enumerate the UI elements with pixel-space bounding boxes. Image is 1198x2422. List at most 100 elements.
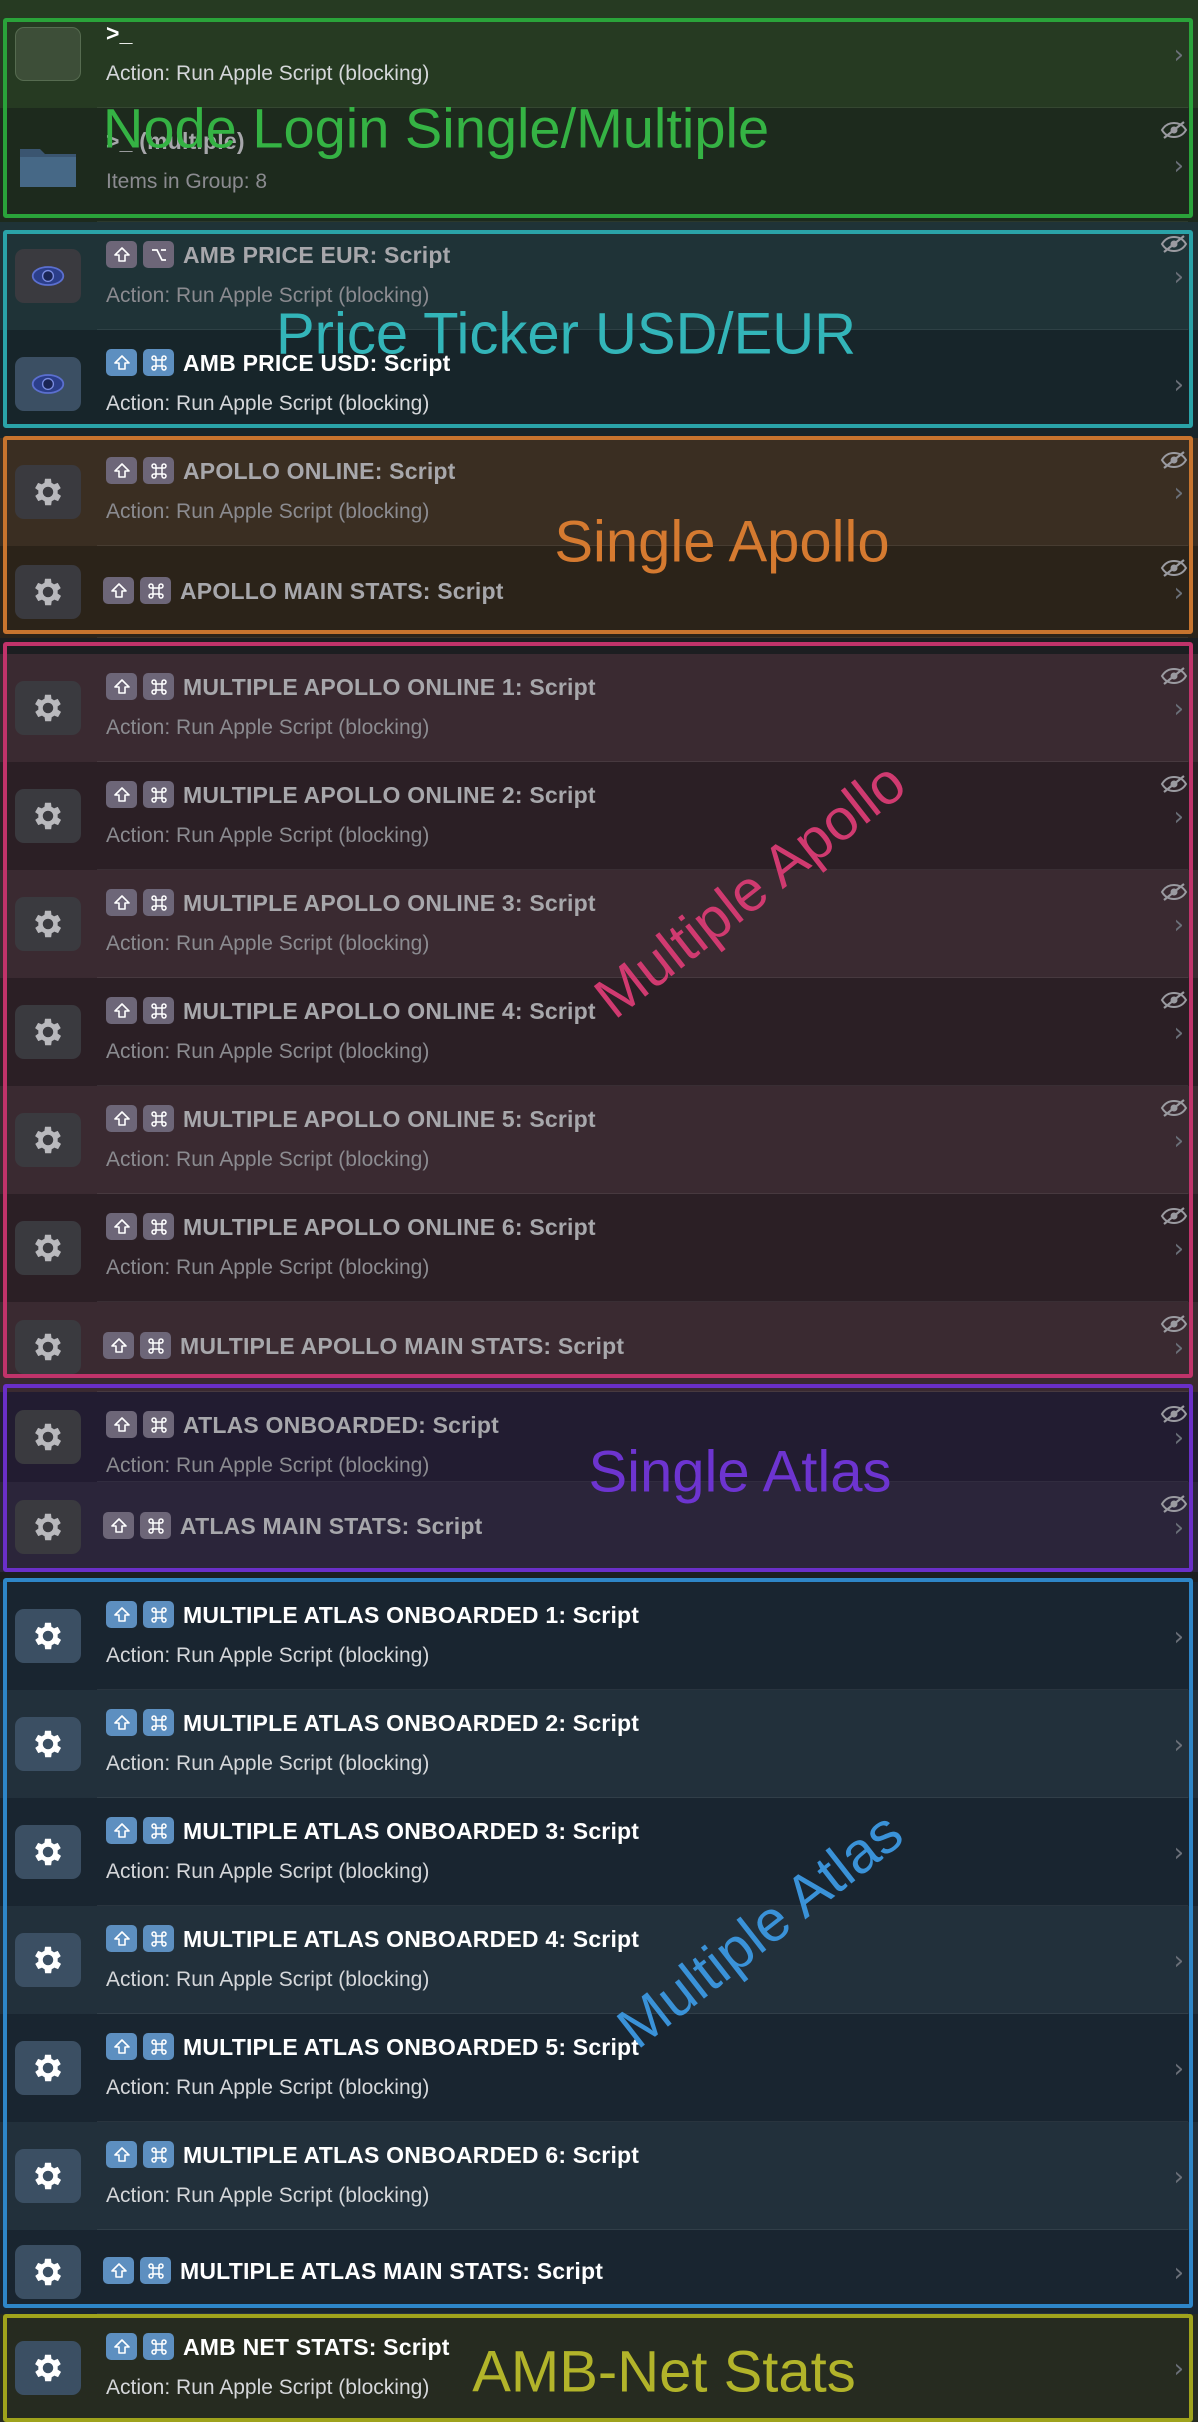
chevron-right-icon[interactable]: › [1174,1513,1184,1543]
workflow-item-row[interactable]: MULTIPLE APOLLO MAIN STATS: Script › [0,1302,1198,1392]
chevron-right-icon[interactable]: › [1174,262,1184,292]
hidden-eye-slash-icon[interactable] [1160,1314,1188,1334]
hidden-eye-slash-icon[interactable] [1160,666,1188,686]
gear-icon [15,1410,81,1464]
shift-key-icon [106,1601,137,1628]
item-title: AMB PRICE USD: Script [183,350,451,376]
workflow-item-row[interactable]: MULTIPLE APOLLO ONLINE 2: Script Action: … [0,762,1198,870]
item-subtitle: Action: Run Apple Script (blocking) [106,500,430,523]
workflow-item-row[interactable]: MULTIPLE ATLAS ONBOARDED 4: Script Action… [0,1906,1198,2014]
chevron-right-icon[interactable]: › [1174,151,1184,181]
workflow-item-row[interactable]: APOLLO MAIN STATS: Script › [0,546,1198,638]
command-key-icon [140,1332,171,1359]
workflow-item-row[interactable]: MULTIPLE APOLLO ONLINE 6: Script Action: … [0,1194,1198,1302]
chevron-right-icon[interactable]: › [1174,1730,1184,1760]
item-title: ATLAS MAIN STATS: Script [180,1513,483,1539]
gear-icon [15,789,81,843]
item-title: APOLLO ONLINE: Script [183,458,456,484]
shift-key-icon [106,781,137,808]
command-key-icon [143,1709,174,1736]
command-key-icon [143,673,174,700]
chevron-right-icon[interactable]: › [1174,578,1184,608]
workflow-item-row[interactable]: MULTIPLE ATLAS MAIN STATS: Script › [0,2230,1198,2314]
hidden-eye-slash-icon[interactable] [1160,774,1188,794]
shift-key-icon [106,2333,137,2360]
item-title: MULTIPLE APOLLO ONLINE 3: Script [183,890,596,916]
keyboard-shortcut [106,2033,174,2060]
workflow-item-row[interactable]: MULTIPLE ATLAS ONBOARDED 1: Script Action… [0,1582,1198,1690]
item-title: MULTIPLE ATLAS ONBOARDED 5: Script [183,2034,640,2060]
item-subtitle: Action: Run Apple Script (blocking) [106,284,430,307]
keyboard-shortcut [106,1601,174,1628]
workflow-item-row[interactable]: MULTIPLE APOLLO ONLINE 1: Script Action: … [0,654,1198,762]
workflow-item-row[interactable]: AMB PRICE EUR: Script Action: Run Apple S… [0,222,1198,330]
hidden-eye-slash-icon[interactable] [1160,558,1188,578]
chevron-right-icon[interactable]: › [1174,802,1184,832]
command-key-icon [143,349,174,376]
workflow-item-row[interactable]: AMB NET STATS: Script Action: Run Apple S… [0,2314,1198,2422]
item-subtitle: Action: Run Apple Script (blocking) [106,1454,430,1477]
chevron-right-icon[interactable]: › [1174,40,1184,70]
hidden-eye-slash-icon[interactable] [1160,1404,1188,1424]
workflow-item-row[interactable]: MULTIPLE ATLAS ONBOARDED 5: Script Action… [0,2014,1198,2122]
gear-icon [15,1500,81,1554]
keyboard-shortcut [106,241,174,268]
command-key-icon [143,1213,174,1240]
workflow-item-row[interactable]: MULTIPLE APOLLO ONLINE 3: Script Action: … [0,870,1198,978]
chevron-right-icon[interactable]: › [1174,1838,1184,1868]
workflow-item-row[interactable]: ATLAS ONBOARDED: Script Action: Run Apple… [0,1392,1198,1482]
workflow-item-row[interactable]: MULTIPLE APOLLO ONLINE 4: Script Action: … [0,978,1198,1086]
shift-key-icon [106,2141,137,2168]
workflow-item-row[interactable]: AMB PRICE USD: Script Action: Run Apple S… [0,330,1198,438]
item-subtitle: Action: Run Apple Script (blocking) [106,1148,430,1171]
chevron-right-icon[interactable]: › [1174,1234,1184,1264]
workflow-item-row[interactable]: APOLLO ONLINE: Script Action: Run Apple S… [0,438,1198,546]
item-subtitle: Action: Run Apple Script (blocking) [106,932,430,955]
chevron-right-icon[interactable]: › [1174,1333,1184,1363]
chevron-right-icon[interactable]: › [1174,694,1184,724]
chevron-right-icon[interactable]: › [1174,1946,1184,1976]
hidden-eye-slash-icon[interactable] [1160,1206,1188,1226]
blank-tile [15,27,81,81]
workflow-item-row[interactable]: MULTIPLE APOLLO ONLINE 5: Script Action: … [0,1086,1198,1194]
keyboard-shortcut [106,889,174,916]
gear-icon [15,465,81,519]
item-subtitle: Action: Run Apple Script (blocking) [106,1968,430,1991]
chevron-right-icon[interactable]: › [1174,2162,1184,2192]
chevron-right-icon[interactable]: › [1174,1423,1184,1453]
workflow-item-row[interactable]: >_ (multiple) Items in Group: 8 › [0,108,1198,222]
chevron-right-icon[interactable]: › [1174,2054,1184,2084]
command-key-icon [140,1512,171,1539]
hidden-eye-slash-icon[interactable] [1160,1494,1188,1514]
item-title: >_ [106,20,133,46]
hidden-eye-slash-icon[interactable] [1160,234,1188,254]
keyboard-shortcut [106,1709,174,1736]
row-divider [97,637,1188,638]
hidden-eye-slash-icon[interactable] [1160,1098,1188,1118]
item-subtitle: Action: Run Apple Script (blocking) [106,62,430,85]
gear-icon [15,1320,81,1374]
hidden-eye-slash-icon[interactable] [1160,450,1188,470]
workflow-item-row[interactable]: MULTIPLE ATLAS ONBOARDED 3: Script Action… [0,1798,1198,1906]
gear-icon [15,1005,81,1059]
workflow-item-row[interactable]: MULTIPLE ATLAS ONBOARDED 6: Script Action… [0,2122,1198,2230]
chevron-right-icon[interactable]: › [1174,1018,1184,1048]
workflow-item-row[interactable]: >_ Action: Run Apple Script (blocking) › [0,0,1198,108]
chevron-right-icon[interactable]: › [1174,910,1184,940]
shift-key-icon [106,1817,137,1844]
hidden-eye-slash-icon[interactable] [1160,120,1188,140]
chevron-right-icon[interactable]: › [1174,2354,1184,2384]
chevron-right-icon[interactable]: › [1174,1126,1184,1156]
keyboard-shortcut [106,673,174,700]
chevron-right-icon[interactable]: › [1174,370,1184,400]
chevron-right-icon[interactable]: › [1174,2258,1184,2288]
workflow-item-row[interactable]: MULTIPLE ATLAS ONBOARDED 2: Script Action… [0,1690,1198,1798]
chevron-right-icon[interactable]: › [1174,478,1184,508]
hidden-eye-slash-icon[interactable] [1160,882,1188,902]
chevron-right-icon[interactable]: › [1174,1622,1184,1652]
gear-icon [15,565,81,619]
workflow-item-row[interactable]: ATLAS MAIN STATS: Script › [0,1482,1198,1572]
hidden-eye-slash-icon[interactable] [1160,990,1188,1010]
item-title: MULTIPLE APOLLO ONLINE 6: Script [183,1214,596,1240]
item-subtitle: Action: Run Apple Script (blocking) [106,1860,430,1883]
